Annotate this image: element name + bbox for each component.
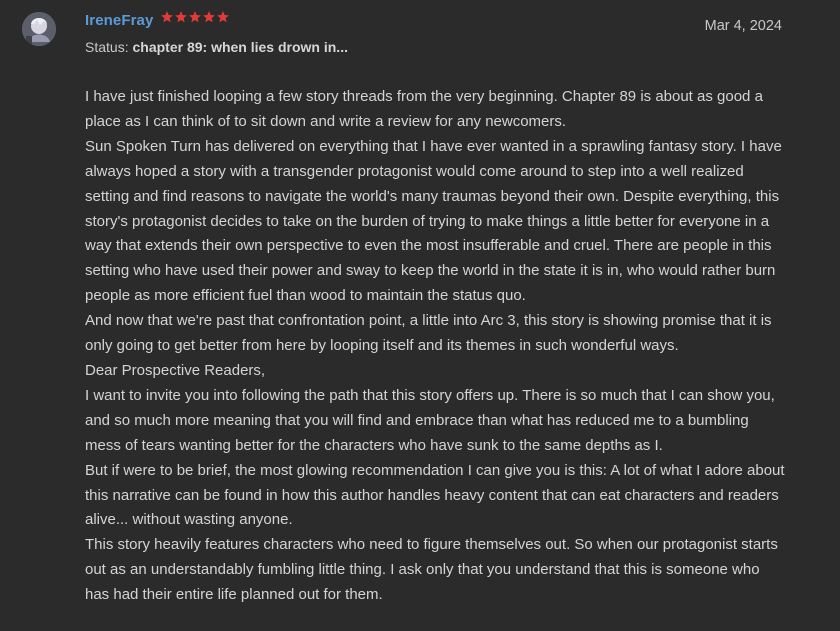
reading-status: Status: chapter 89: when lies drown in..… — [85, 39, 348, 55]
star-icon — [203, 11, 215, 23]
status-value: chapter 89: when lies drown in... — [132, 39, 348, 55]
review-card: IreneFray Mar 4, 2024 Status: chapter 89… — [0, 0, 840, 631]
star-icon — [175, 11, 187, 23]
star-icon — [189, 11, 201, 23]
review-paragraph: Dear Prospective Readers, — [85, 361, 266, 379]
review-date: Mar 4, 2024 — [704, 18, 782, 34]
review-body: I have just finished looping a few story… — [85, 85, 785, 608]
status-label: Status: — [85, 39, 129, 55]
star-icon — [217, 11, 229, 23]
avatar[interactable] — [22, 12, 56, 46]
review-paragraph: But if were to be brief, the most glowin… — [85, 461, 785, 529]
review-paragraph: I have just finished looping a few story… — [85, 88, 763, 130]
review-paragraph: This story heavily features characters w… — [85, 536, 778, 604]
username-link[interactable]: IreneFray — [85, 12, 153, 29]
review-paragraph: And now that we're past that confrontati… — [85, 312, 772, 355]
star-rating — [160, 10, 230, 24]
review-paragraph: I want to invite you into following the … — [85, 386, 775, 454]
star-icon — [161, 11, 173, 23]
review-paragraph: Sun Spoken Turn has delivered on everyth… — [85, 137, 782, 305]
